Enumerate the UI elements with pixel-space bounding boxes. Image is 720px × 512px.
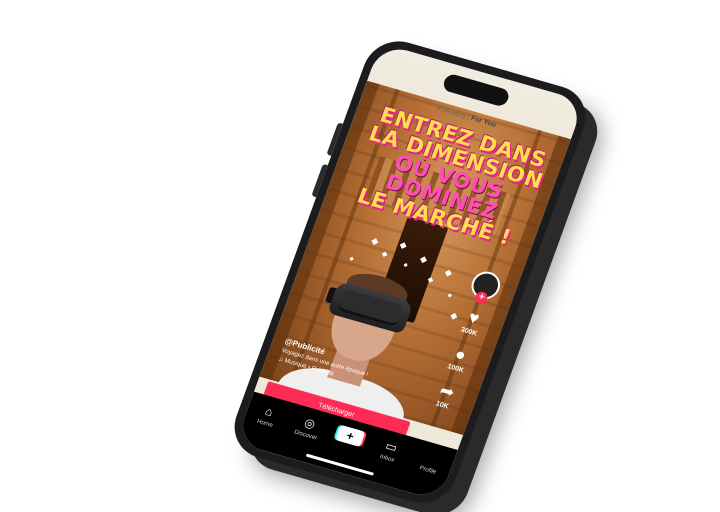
create-plus-button[interactable]: + (335, 424, 366, 448)
nav-create[interactable]: + (330, 423, 370, 448)
phone-screen: Following | For You ENTREZ DANS LA DIMEN… (235, 43, 585, 501)
nav-profile[interactable]: Profile (409, 447, 451, 479)
heart-icon[interactable]: ♥ (461, 307, 486, 329)
nav-discover[interactable]: ◎ Discover (287, 412, 329, 444)
mockup-stage: Following | For You ENTREZ DANS LA DIMEN… (0, 0, 720, 511)
share-icon[interactable]: ➦ (434, 380, 459, 403)
phone-frame: Following | For You ENTREZ DANS LA DIMEN… (224, 33, 596, 511)
nav-home[interactable]: ⌂ Home (246, 400, 288, 432)
follow-plus-icon[interactable]: + (473, 290, 490, 305)
nav-inbox[interactable]: ▭ Inbox (369, 435, 411, 467)
comment-icon[interactable]: ● (448, 344, 473, 366)
